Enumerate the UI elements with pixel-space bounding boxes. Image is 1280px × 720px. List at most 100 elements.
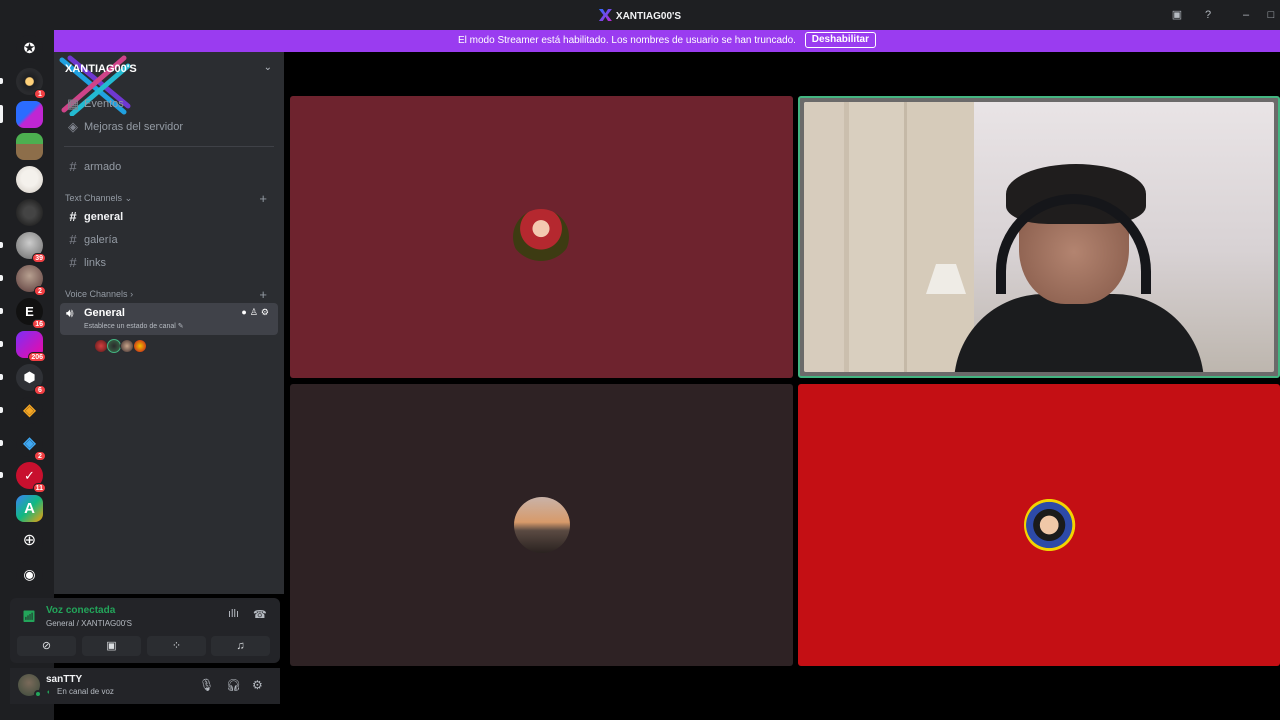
compass-icon: ◉ [16, 561, 43, 588]
unread-badge: 16 [32, 319, 46, 329]
chevron-right-icon: › [130, 289, 134, 299]
server-icon-1[interactable]: 1 [0, 68, 46, 99]
server-icon-3[interactable] [16, 133, 43, 160]
gear-icon[interactable]: ⚙ [261, 307, 272, 317]
signal-icon[interactable]: 📶︎ [22, 610, 36, 623]
add-server-button[interactable]: ⊕ [16, 528, 43, 555]
unread-badge: 6 [34, 385, 46, 395]
server-icon-xantiag[interactable] [0, 101, 43, 128]
username[interactable]: sanTTY [46, 674, 82, 685]
server-icon-11[interactable]: ◈ [0, 397, 43, 424]
server-icon-5[interactable] [16, 199, 43, 226]
avatar[interactable] [133, 339, 147, 353]
gear-icon[interactable]: ⚙ [252, 678, 263, 692]
channel-status-input[interactable]: Establece un estado de canal ✎ [84, 322, 184, 330]
participant-tile-video[interactable] [798, 96, 1280, 378]
calendar-icon: ▦ [66, 96, 80, 111]
server-header[interactable]: XANTIAG00'S ⌄ [54, 52, 284, 116]
avatar[interactable] [120, 339, 134, 353]
avatar[interactable] [107, 339, 121, 353]
minimize-button[interactable]: – [1239, 8, 1253, 22]
participant-tile-1[interactable] [290, 96, 793, 378]
hashtag-icon: # [69, 209, 77, 224]
server-icon-7[interactable]: 2 [0, 265, 46, 296]
unread-badge: 39 [32, 253, 46, 263]
chevron-down-icon[interactable]: ⌄ [264, 62, 272, 73]
server-icon-14[interactable]: A [16, 495, 43, 522]
server-icon-13[interactable]: ✓ 11 [0, 462, 46, 493]
events-item[interactable]: ▦ Eventos [62, 94, 276, 114]
server-logo-icon [598, 9, 612, 21]
title-bar: XANTIAG00'S ▣ ? – □ [0, 0, 1280, 30]
speaker-icon: 🔊︎ [66, 306, 74, 320]
channel-general[interactable]: # general [62, 207, 276, 227]
voice-channels-category[interactable]: Voice Channels › + [65, 287, 275, 302]
camera-video-feed [804, 102, 1274, 372]
server-icon-9[interactable]: 206 [0, 331, 46, 362]
server-icon-12[interactable]: ◈ 2 [0, 430, 46, 461]
channel-sidebar: XANTIAG00'S ⌄ ▦ Eventos ◈ Mejoras del serv… [54, 52, 284, 594]
voice-location[interactable]: General / XANTIAG00'S [46, 619, 132, 628]
soundboard-button[interactable]: ♫ [211, 636, 270, 656]
unread-badge: 2 [34, 451, 46, 461]
window-title: XANTIAG00'S [0, 9, 1280, 22]
noise-suppression-icon[interactable]: ıllı [228, 608, 239, 620]
hashtag-icon: # [69, 159, 77, 174]
channel-galeria[interactable]: # galería [62, 230, 276, 250]
inbox-icon[interactable]: ▣ [1170, 8, 1184, 22]
hashtag-icon: # [69, 232, 77, 247]
microphone-icon[interactable]: 🎙︎ [199, 678, 214, 692]
direct-messages-button[interactable]: ✪ [16, 35, 43, 62]
chevron-down-icon: ⌄ [124, 193, 133, 203]
maximize-button[interactable]: □ [1264, 8, 1278, 22]
headphones-icon[interactable]: 🎧︎ [226, 678, 241, 692]
avatar[interactable] [18, 674, 42, 698]
unread-badge: 11 [32, 483, 46, 493]
voice-channel-actions[interactable]: ●♙⚙ [241, 307, 272, 318]
invite-icon[interactable]: ♙ [250, 307, 261, 317]
screen-share-button[interactable]: ▣ [82, 636, 141, 656]
text-channels-category[interactable]: Text Channels ⌄ + [65, 191, 275, 206]
user-panel: sanTTY ◖ En canal de voz 🎙︎ 🎧︎ ⚙ [10, 668, 280, 704]
participant-on-camera [954, 164, 1204, 372]
discord-icon: ✪ [16, 35, 43, 62]
camera-off-icon: ⊘ [41, 640, 52, 652]
voice-status-icon: ◖ [46, 689, 51, 696]
participant-tile-3[interactable] [798, 384, 1280, 666]
chat-icon[interactable]: ● [241, 307, 249, 317]
unread-badge: 2 [34, 286, 46, 296]
participant-tile-2[interactable] [290, 384, 793, 666]
channel-links[interactable]: # links [62, 253, 276, 273]
voice-channel-general[interactable]: 🔊︎ General Establece un estado de canal … [60, 303, 278, 335]
camera-button[interactable]: ⊘ [17, 636, 76, 656]
disconnect-icon[interactable]: ☎ [253, 608, 267, 621]
avatar [514, 497, 570, 553]
plus-icon: ⊕ [16, 528, 43, 555]
discover-button[interactable]: ◉ [16, 561, 43, 588]
server-icon-6[interactable]: 39 [0, 232, 46, 263]
disable-streamer-button[interactable]: Deshabilitar [804, 32, 876, 48]
avatar [513, 209, 569, 265]
server-icon-4[interactable] [16, 166, 43, 193]
add-channel-icon[interactable]: + [259, 191, 267, 206]
user-status: En canal de voz [57, 687, 114, 696]
voice-status[interactable]: Voz conectada [46, 605, 115, 616]
voice-connection-panel: 📶︎ Voz conectada General / XANTIAG00'S ı… [10, 598, 280, 663]
streamer-mode-banner: El modo Streamer está habilitado. Los no… [54, 30, 1280, 52]
screen-share-icon: ▣ [106, 640, 117, 652]
online-status-dot [34, 690, 42, 698]
activities-button[interactable]: ⁘ [147, 636, 206, 656]
voice-participants [94, 339, 147, 353]
unread-badge: 206 [28, 352, 46, 362]
channel-armado[interactable]: # armado [62, 157, 276, 177]
avatar[interactable] [94, 339, 108, 353]
server-boosts-item[interactable]: ◈ Mejoras del servidor [62, 117, 276, 137]
hashtag-icon: # [69, 255, 77, 270]
add-channel-icon[interactable]: + [259, 287, 267, 302]
help-icon[interactable]: ? [1201, 8, 1215, 22]
server-icon-10[interactable]: ⬢ 6 [0, 364, 46, 395]
boost-icon: ◈ [68, 119, 78, 134]
server-icon-8[interactable]: E 16 [0, 298, 46, 329]
unread-badge: 1 [34, 89, 46, 99]
server-name: XANTIAG00'S [65, 63, 137, 75]
